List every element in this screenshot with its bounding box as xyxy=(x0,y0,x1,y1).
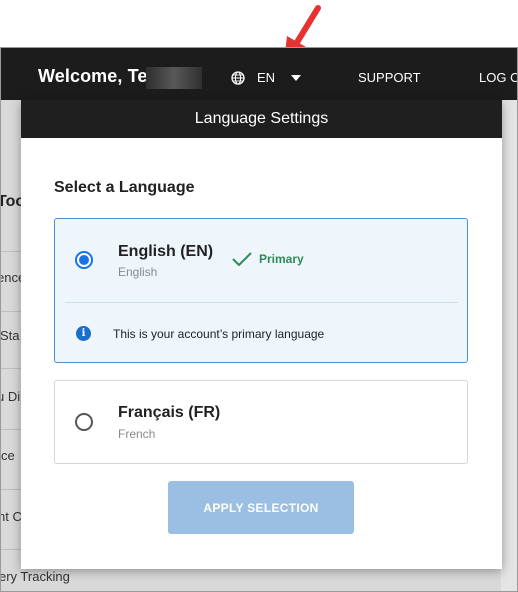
radio-french[interactable] xyxy=(75,413,93,431)
option-divider xyxy=(65,302,458,303)
welcome-text: Welcome, Te xyxy=(38,66,148,86)
top-header: Welcome, Te EN SUPPORT LOG OUT xyxy=(1,48,517,100)
logout-link[interactable]: LOG OUT xyxy=(479,70,517,85)
option-name: English (EN) xyxy=(118,243,214,260)
info-text: This is your account’s primary language xyxy=(113,326,325,341)
option-name: Français (FR) xyxy=(118,404,221,421)
bg-item: u Di xyxy=(1,389,21,404)
apply-selection-button[interactable]: APPLY SELECTION xyxy=(168,481,354,534)
bg-item: nt C xyxy=(0,509,22,524)
language-dropdown[interactable]: EN xyxy=(231,70,302,85)
language-option-french[interactable]: Français (FR) French xyxy=(54,380,468,464)
primary-language-info: i This is your account’s primary languag… xyxy=(76,326,324,341)
option-native-name: English xyxy=(118,265,158,279)
primary-badge: Primary xyxy=(232,252,304,266)
bg-item: ce xyxy=(1,448,15,463)
scrollbar[interactable] xyxy=(501,100,517,591)
checkmark-icon xyxy=(232,252,252,266)
modal-subtitle: Select a Language xyxy=(54,179,195,196)
option-native-name: French xyxy=(118,427,156,441)
radio-english[interactable] xyxy=(75,251,93,269)
info-icon: i xyxy=(76,326,91,341)
primary-label: Primary xyxy=(259,252,304,266)
caret-down-icon xyxy=(291,74,302,81)
globe-icon xyxy=(231,70,245,85)
language-settings-modal: Language Settings Select a Language Engl… xyxy=(21,100,502,569)
language-option-english[interactable]: English (EN) English Primary i This is y… xyxy=(54,218,468,363)
support-link[interactable]: SUPPORT xyxy=(358,70,421,85)
modal-title: Language Settings xyxy=(21,100,502,138)
bg-item: ery Tracking xyxy=(0,569,70,584)
bg-item: Sta xyxy=(0,328,20,343)
language-code: EN xyxy=(257,70,276,85)
redacted-name xyxy=(146,67,202,89)
